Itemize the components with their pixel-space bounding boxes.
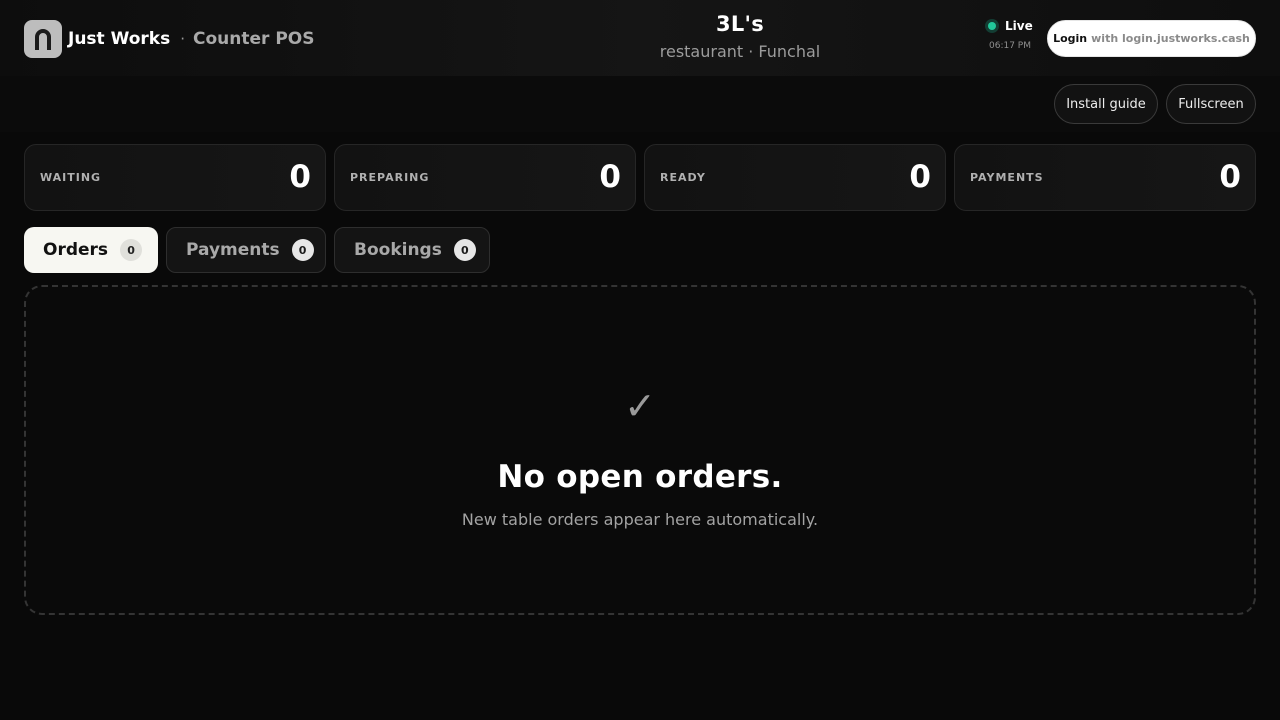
empty-state-subtitle: New table orders appear here automatical… [461, 510, 819, 529]
stat-card-waiting: WAITING 0 [24, 144, 326, 211]
venue-name: 3L's [715, 12, 765, 36]
login-label: Login [1053, 32, 1088, 45]
stat-value: 0 [1219, 159, 1241, 195]
stat-value: 0 [289, 159, 311, 195]
tab-bookings[interactable]: Bookings 0 [334, 227, 490, 273]
venue-subtitle: restaurant · Funchal [659, 42, 821, 61]
live-dot-icon [985, 19, 999, 33]
tab-payments[interactable]: Payments 0 [166, 227, 326, 273]
stat-value: 0 [599, 159, 621, 195]
checkmark-icon: ✓ [624, 384, 656, 428]
stat-label: PREPARING [350, 171, 430, 184]
count-badge: 0 [120, 239, 143, 261]
tab-orders[interactable]: Orders 0 [24, 227, 158, 273]
empty-state-title: No open orders. [497, 459, 783, 495]
stat-card-ready: READY 0 [644, 144, 946, 211]
stat-label: WAITING [40, 171, 102, 184]
count-badge: 0 [291, 239, 314, 261]
tab-label: Bookings [354, 240, 442, 260]
arch-logo-icon [24, 20, 62, 58]
stat-label: PAYMENTS [970, 171, 1044, 184]
live-label: Live [1005, 19, 1033, 33]
stat-card-preparing: PREPARING 0 [334, 144, 636, 211]
tab-label: Orders [43, 240, 109, 260]
fullscreen-button[interactable]: Fullscreen [1166, 84, 1256, 124]
login-domain: with login.justworks.cash [1091, 32, 1250, 45]
stat-value: 0 [909, 159, 931, 195]
clock-time: 06:17 PM [989, 41, 1031, 51]
live-status: Live 06:17 PM [985, 19, 1035, 51]
tab-label: Payments [186, 240, 280, 260]
brand-name: Just Works [68, 29, 171, 49]
orders-panel: ✓ No open orders. New table orders appea… [24, 285, 1256, 615]
login-button[interactable]: Login with login.justworks.cash [1047, 20, 1256, 57]
install-guide-button[interactable]: Install guide [1054, 84, 1158, 124]
product-name: Counter POS [193, 29, 315, 49]
stat-label: READY [660, 171, 706, 184]
brand-separator: · [180, 30, 186, 48]
brand: Just Works · Counter POS [24, 20, 315, 58]
count-badge: 0 [453, 239, 476, 261]
stat-card-payments: PAYMENTS 0 [954, 144, 1256, 211]
venue-header: 3L's restaurant · Funchal [540, 12, 940, 61]
